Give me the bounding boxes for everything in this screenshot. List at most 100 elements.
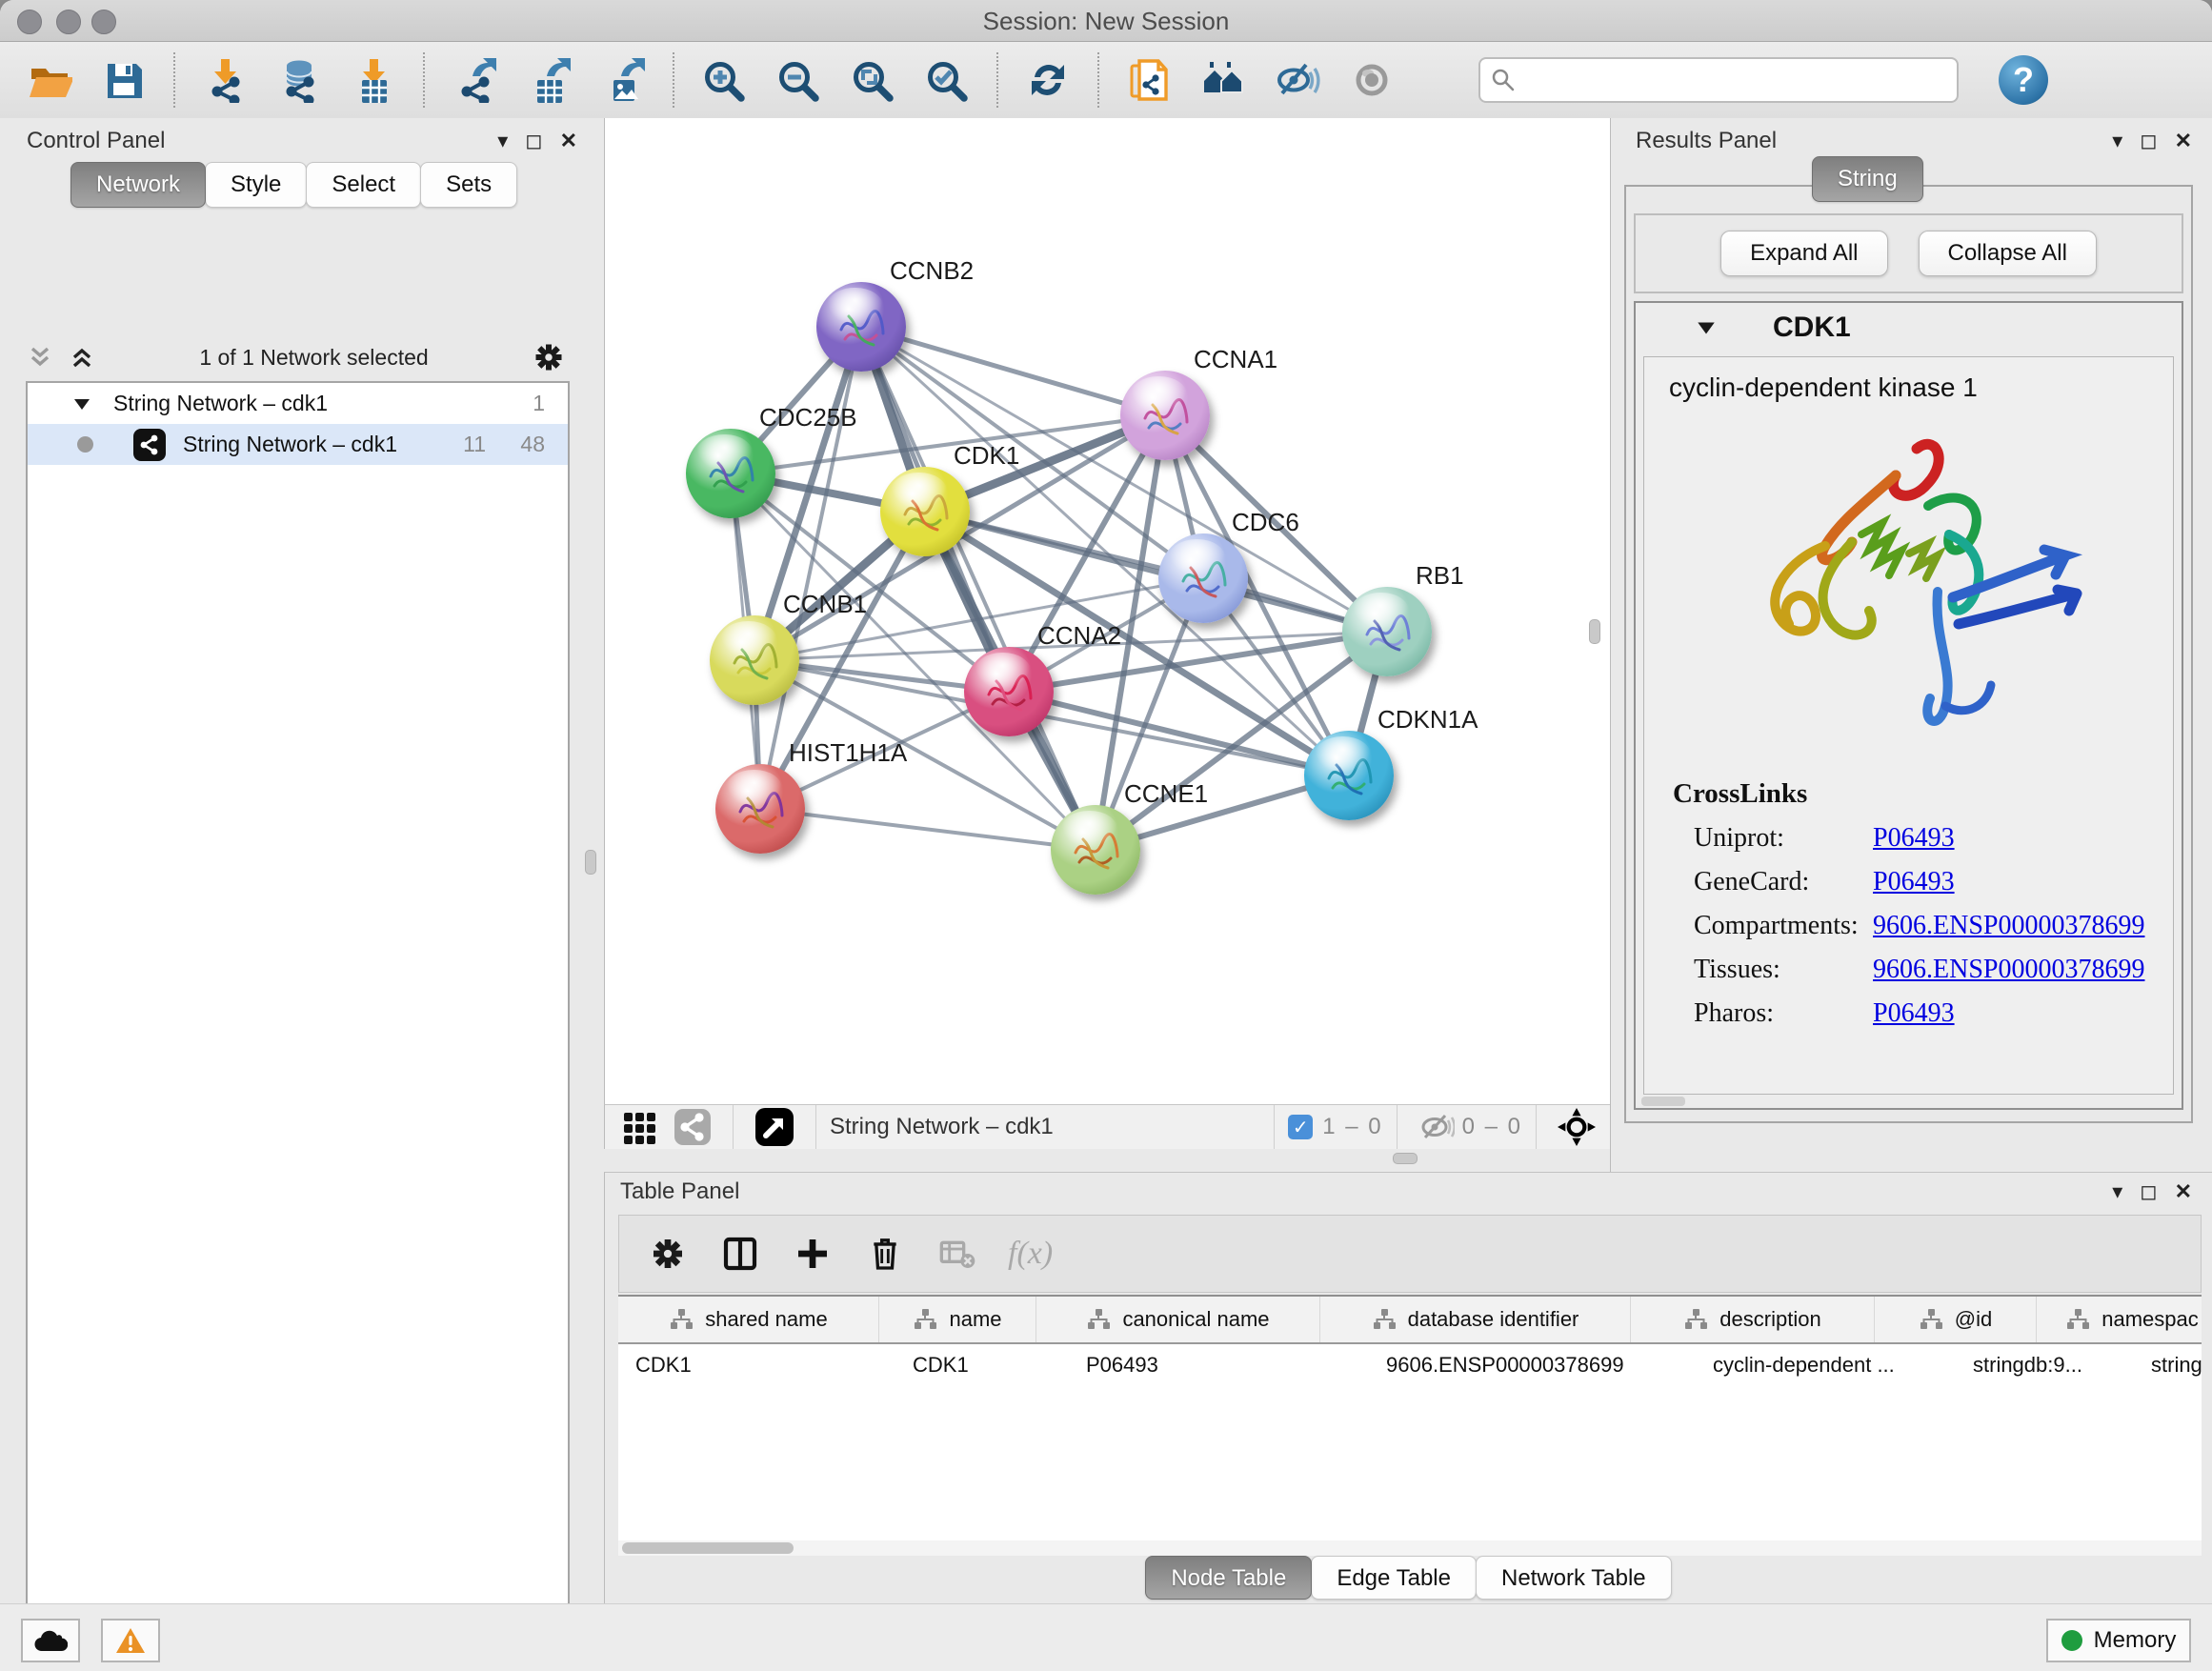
column-header-name[interactable]: name <box>879 1297 1036 1342</box>
node-HIST1H1A[interactable] <box>715 764 805 854</box>
edge-CCNB2-HIST1H1A[interactable] <box>760 327 861 809</box>
node-CDKN1A[interactable] <box>1304 731 1394 820</box>
left-splitter-handle[interactable] <box>585 850 596 875</box>
table-cell[interactable]: cyclin-dependent ... <box>1696 1344 1956 1386</box>
import-table-button[interactable] <box>349 55 398 105</box>
column-header-database-identifier[interactable]: database identifier <box>1320 1297 1631 1342</box>
network-options-gear-icon[interactable] <box>532 340 566 374</box>
results-horizontal-scrollbar[interactable] <box>1641 1097 1685 1106</box>
crosslink-link[interactable]: P06493 <box>1873 998 1955 1028</box>
close-panel-icon[interactable]: ✕ <box>2175 1181 2192 1202</box>
zoom-selected-button[interactable] <box>922 55 972 105</box>
edge-HIST1H1A-CCNE1[interactable] <box>760 809 1096 850</box>
table-cell[interactable]: CDK1 <box>895 1344 1069 1386</box>
expand-all-button[interactable]: Expand All <box>1720 231 1887 276</box>
network-collection-row[interactable]: String Network – cdk1 1 <box>28 383 568 424</box>
hide-items-button[interactable] <box>1273 55 1322 105</box>
collapse-panel-icon[interactable]: ▾ <box>497 131 508 151</box>
tab-network-table[interactable]: Network Table <box>1476 1556 1672 1600</box>
table-cell[interactable]: P06493 <box>1069 1344 1369 1386</box>
close-panel-icon[interactable]: ✕ <box>2175 131 2192 151</box>
float-panel-icon[interactable]: ◻ <box>2140 131 2157 151</box>
column-header-description[interactable]: description <box>1631 1297 1875 1342</box>
open-session-button[interactable] <box>25 55 74 105</box>
collection-expand-icon[interactable] <box>71 393 92 414</box>
close-panel-icon[interactable]: ✕ <box>560 131 577 151</box>
search-input[interactable] <box>1517 66 1957 94</box>
expand-all-networks-icon[interactable] <box>68 343 96 372</box>
tab-edge-table[interactable]: Edge Table <box>1311 1556 1477 1600</box>
node-CDC25B[interactable] <box>686 429 775 518</box>
edge-CCNB2-CCNE1[interactable] <box>861 327 1096 850</box>
zoom-out-button[interactable] <box>774 55 823 105</box>
export-image-button[interactable] <box>598 55 648 105</box>
zoom-in-button[interactable] <box>699 55 749 105</box>
network-row[interactable]: String Network – cdk1 11 48 <box>28 424 568 465</box>
string-style-icon[interactable] <box>674 1108 712 1146</box>
zoom-fit-button[interactable] <box>848 55 897 105</box>
node-CCNA2[interactable] <box>964 647 1054 736</box>
edge-CCNB2-CCNA1[interactable] <box>861 327 1165 415</box>
table-cell[interactable]: stringdb:9... <box>1956 1344 2134 1386</box>
duplicate-document-button[interactable] <box>1124 55 1174 105</box>
node-CCNB1[interactable] <box>710 615 799 705</box>
crosslink-link[interactable]: P06493 <box>1873 823 1955 853</box>
collapse-all-button[interactable]: Collapse All <box>1919 231 2097 276</box>
node-CDC6[interactable] <box>1158 534 1248 623</box>
birds-eye-view-icon[interactable] <box>622 1109 658 1145</box>
memory-button[interactable]: Memory <box>2046 1619 2191 1662</box>
show-columns-icon[interactable] <box>718 1232 762 1276</box>
column-header-shared-name[interactable]: shared name <box>618 1297 879 1342</box>
save-session-button[interactable] <box>99 55 149 105</box>
crosslink-link[interactable]: 9606.ENSP00000378699 <box>1873 955 2144 984</box>
node-RB1[interactable] <box>1342 587 1432 676</box>
table-cell[interactable]: CDK1 <box>618 1344 895 1386</box>
tab-select[interactable]: Select <box>306 162 421 208</box>
node-CCNB2[interactable] <box>816 282 906 372</box>
refresh-button[interactable] <box>1023 55 1073 105</box>
collapse-panel-icon[interactable]: ▾ <box>2112 1181 2122 1202</box>
crosslink-link[interactable]: P06493 <box>1873 867 1955 896</box>
search-box[interactable] <box>1478 57 1959 103</box>
column-header-namespac[interactable]: namespac <box>2037 1297 2202 1342</box>
cloud-status-button[interactable] <box>21 1619 80 1662</box>
selected-indicator-checkbox[interactable]: ✓ <box>1288 1115 1313 1139</box>
crosslink-link[interactable]: 9606.ENSP00000378699 <box>1873 911 2144 940</box>
node-CCNE1[interactable] <box>1051 805 1140 895</box>
tab-style[interactable]: Style <box>205 162 307 208</box>
show-items-button[interactable] <box>1347 55 1397 105</box>
column-header-@id[interactable]: @id <box>1875 1297 2037 1342</box>
collapse-all-networks-icon[interactable] <box>26 343 54 372</box>
table-options-gear-icon[interactable] <box>646 1232 690 1276</box>
network-canvas[interactable]: CCNB2 CCNA1 CDC25B CDK1 CDC6 RB1 <box>604 118 1611 1104</box>
right-splitter-handle[interactable] <box>1589 619 1600 644</box>
bottom-splitter-handle[interactable] <box>1393 1153 1418 1164</box>
tab-node-table[interactable]: Node Table <box>1145 1556 1312 1600</box>
import-network-button[interactable] <box>200 55 250 105</box>
import-database-button[interactable] <box>274 55 324 105</box>
delete-column-icon[interactable] <box>863 1232 907 1276</box>
help-button[interactable]: ? <box>1999 55 2048 105</box>
open-in-external-icon[interactable] <box>754 1107 794 1147</box>
home-network-button[interactable] <box>1198 55 1248 105</box>
float-panel-icon[interactable]: ◻ <box>525 131 542 151</box>
node-CCNA1[interactable] <box>1120 371 1210 460</box>
tab-network[interactable]: Network <box>70 162 206 208</box>
warnings-button[interactable] <box>101 1619 160 1662</box>
fit-content-crosshair-icon[interactable] <box>1558 1108 1596 1146</box>
tab-sets[interactable]: Sets <box>420 162 517 208</box>
add-column-icon[interactable] <box>791 1232 835 1276</box>
export-table-button[interactable] <box>524 55 573 105</box>
protein-section-header[interactable]: CDK1 <box>1636 303 2182 352</box>
column-header-canonical-name[interactable]: canonical name <box>1036 1297 1320 1342</box>
table-cell[interactable]: stringdb <box>2134 1344 2202 1386</box>
table-horizontal-scrollbar[interactable] <box>618 1540 2202 1556</box>
table-row[interactable]: CDK1CDK1P064939606.ENSP00000378699cyclin… <box>618 1344 2202 1386</box>
table-cell[interactable]: 9606.ENSP00000378699 <box>1369 1344 1696 1386</box>
float-panel-icon[interactable]: ◻ <box>2140 1181 2157 1202</box>
export-network-button[interactable] <box>450 55 499 105</box>
node-CDK1[interactable] <box>880 467 970 556</box>
collapse-panel-icon[interactable]: ▾ <box>2112 131 2122 151</box>
section-collapse-icon[interactable] <box>1695 316 1718 339</box>
tab-string[interactable]: String <box>1812 156 1923 202</box>
